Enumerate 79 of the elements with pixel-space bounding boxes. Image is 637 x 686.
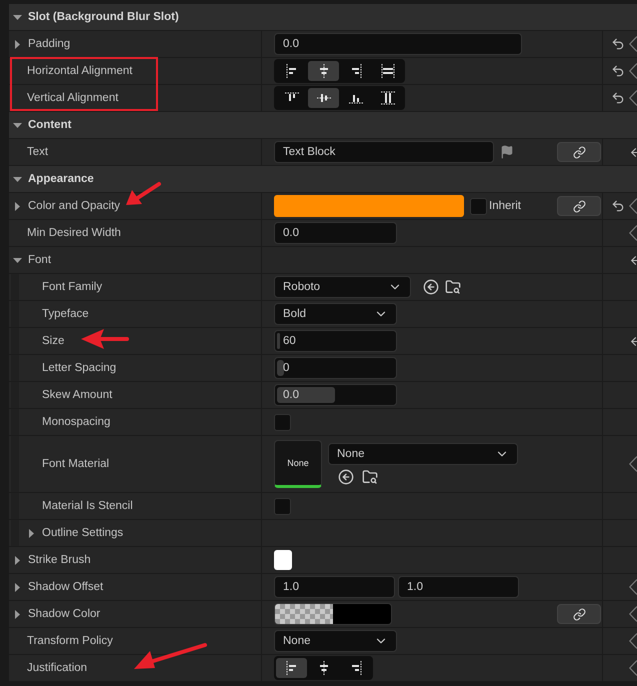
link-button[interactable]	[557, 142, 601, 162]
alignment-option[interactable]	[308, 88, 339, 108]
property-label: Text	[27, 146, 48, 158]
property-label: Typeface	[42, 308, 89, 320]
number-field[interactable]: 1.0	[398, 576, 519, 598]
annotation-arrow	[126, 182, 161, 205]
align-fill-vertical-icon	[380, 91, 394, 105]
browse-icon[interactable]	[362, 469, 378, 485]
color-swatch[interactable]	[274, 550, 292, 570]
caret-right-icon[interactable]	[13, 582, 22, 592]
property-label: Strike Brush	[28, 554, 91, 566]
property-label: Font	[28, 254, 52, 266]
number-field[interactable]: 0.0	[274, 33, 522, 55]
property-label: Shadow Offset	[28, 581, 104, 593]
annotation-arrow	[81, 329, 129, 349]
property-label: Size	[42, 335, 64, 347]
color-swatch[interactable]	[274, 603, 392, 625]
section-header[interactable]: Slot (Background Blur Slot)	[9, 4, 637, 31]
caret-right-icon[interactable]	[13, 202, 22, 210]
caret-right-icon[interactable]	[13, 556, 22, 564]
alignment-option[interactable]	[308, 61, 339, 81]
color-swatch[interactable]	[274, 195, 464, 217]
chain-link-icon	[572, 608, 586, 620]
property-label: Vertical Alignment	[27, 92, 118, 104]
inherit-checkbox[interactable]	[470, 198, 487, 214]
caret-down-icon[interactable]	[13, 256, 22, 264]
caret-right-icon[interactable]	[13, 610, 22, 618]
spin-field[interactable]: 0	[274, 357, 397, 379]
dropdown[interactable]: None	[328, 443, 518, 465]
chain-link-icon	[572, 146, 586, 158]
use-selected-icon[interactable]	[423, 279, 439, 295]
property-label: Min Desired Width	[27, 227, 121, 239]
align-left-icon	[284, 64, 298, 78]
link-button[interactable]	[557, 196, 601, 216]
align-left-icon	[284, 661, 298, 675]
reset-icon[interactable]	[611, 64, 625, 78]
browse-icon[interactable]	[445, 279, 461, 295]
property-label: Outline Settings	[42, 527, 124, 539]
spin-field[interactable]: 0.0	[274, 384, 397, 406]
use-selected-icon[interactable]	[338, 469, 354, 485]
property-label: Horizontal Alignment	[27, 65, 132, 77]
align-fill-icon	[380, 64, 394, 78]
reset-icon[interactable]	[611, 37, 625, 51]
spin-field[interactable]: 60	[274, 330, 397, 352]
material-thumbnail[interactable]: None	[274, 440, 322, 488]
property-label: Justification	[27, 662, 88, 674]
dropdown[interactable]: None	[274, 630, 397, 652]
caret-right-icon[interactable]	[27, 528, 36, 538]
checkbox[interactable]	[274, 498, 291, 514]
chain-link-icon	[572, 200, 586, 212]
dropdown[interactable]: Bold	[274, 303, 397, 325]
link-button[interactable]	[557, 604, 601, 624]
caret-down-icon[interactable]	[13, 174, 22, 184]
property-label: Skew Amount	[42, 389, 112, 401]
section-header[interactable]: Content	[9, 112, 637, 139]
caret-down-icon[interactable]	[13, 120, 22, 130]
property-label: Transform Policy	[27, 635, 113, 647]
property-label: Font Family	[42, 281, 102, 293]
caret-down-icon[interactable]	[13, 12, 22, 22]
reset-icon[interactable]	[611, 91, 625, 105]
alignment-option[interactable]	[276, 658, 307, 678]
align-middle-icon	[316, 91, 330, 105]
property-label: Padding	[28, 38, 70, 50]
caret-right-icon[interactable]	[13, 40, 22, 48]
property-label: Material Is Stencil	[42, 500, 133, 512]
property-label: Color and Opacity	[28, 200, 120, 212]
number-field[interactable]: 1.0	[274, 576, 395, 598]
property-label: Letter Spacing	[42, 362, 116, 374]
flag-icon[interactable]	[500, 145, 514, 159]
checkbox[interactable]	[274, 414, 291, 430]
dropdown[interactable]: Roboto	[274, 276, 411, 298]
property-label: Monospacing	[42, 416, 110, 428]
inherit-label: Inherit	[489, 200, 521, 212]
property-label: Font Material	[42, 458, 110, 470]
property-label: Shadow Color	[28, 608, 100, 620]
reset-icon[interactable]	[611, 199, 625, 213]
number-field[interactable]: 0.0	[274, 222, 397, 244]
section-header[interactable]: Appearance	[9, 166, 637, 193]
text-field[interactable]: Text Block	[274, 141, 494, 163]
